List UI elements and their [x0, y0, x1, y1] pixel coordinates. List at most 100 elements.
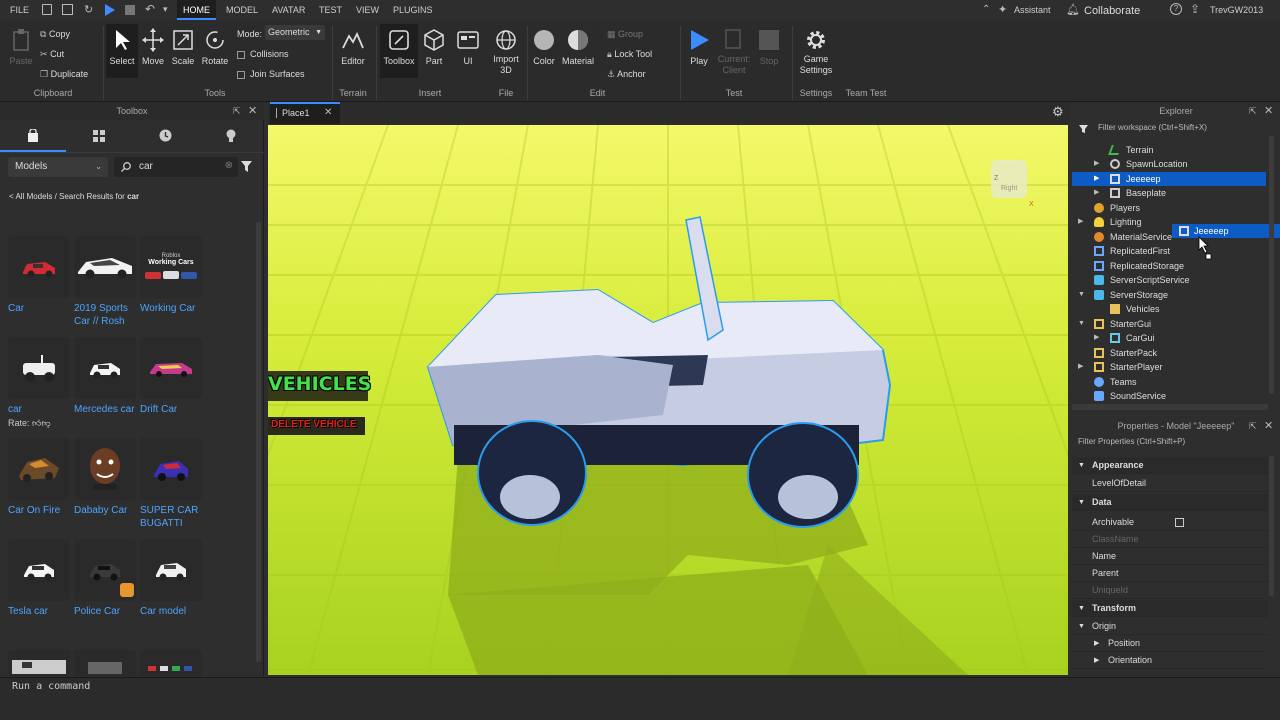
close-icon[interactable]: ✕ — [1264, 104, 1273, 117]
tree-item-soundservice[interactable]: SoundService — [1072, 389, 1268, 403]
explorer-horizontal-scrollbar[interactable] — [1072, 404, 1268, 410]
close-icon[interactable]: ✕ — [248, 104, 257, 117]
asset-item[interactable]: 2019 Sports Car // Rosh — [74, 236, 138, 328]
play-icon[interactable] — [104, 4, 116, 16]
stop-button[interactable]: Stop — [756, 28, 782, 66]
current-client-button[interactable]: Current: Client — [716, 28, 752, 76]
tree-item-cargui[interactable]: ▶ CarGui — [1072, 331, 1268, 345]
help-icon[interactable]: ? — [1170, 3, 1182, 15]
prop-position[interactable]: ▶ Position — [1072, 635, 1268, 652]
collisions-toggle[interactable]: Collisions — [237, 46, 289, 62]
part-button[interactable]: Part — [422, 28, 446, 66]
asset-item[interactable]: Tesla car — [8, 539, 72, 618]
category-dropdown[interactable]: Models ⌄ — [8, 157, 108, 177]
stop-icon[interactable] — [125, 5, 135, 15]
command-input[interactable]: Run a command — [12, 681, 90, 692]
group-button[interactable]: ▦ Group — [607, 26, 643, 42]
tab-creations[interactable] — [198, 120, 264, 152]
3d-viewport[interactable]: VEHICLES DELETE VEHICLE Right Z X — [268, 125, 1068, 675]
asset-item[interactable]: Car model — [140, 539, 204, 618]
rotate-button[interactable]: Rotate — [201, 28, 229, 66]
vehicles-button[interactable]: VEHICLES — [268, 373, 371, 395]
search-box[interactable]: car ⊗ — [114, 157, 238, 177]
asset-item[interactable]: Car — [8, 236, 72, 315]
asset-thumbnail[interactable] — [74, 650, 136, 676]
thumbs-down-icon[interactable]: 👎︎ — [41, 418, 50, 428]
asset-item[interactable]: Drift Car — [140, 337, 204, 416]
paste-button[interactable]: Paste — [8, 28, 34, 66]
undo-icon[interactable]: ↶ — [145, 2, 155, 16]
duplicate-button[interactable]: ❐ Duplicate — [40, 66, 88, 82]
section-transform[interactable]: ▼ Transform — [1072, 600, 1268, 617]
tree-item-starterpack[interactable]: StarterPack — [1072, 346, 1268, 360]
delete-vehicle-button[interactable]: DELETE VEHICLE — [271, 419, 357, 430]
section-appearance[interactable]: ▼ Appearance — [1072, 457, 1268, 474]
expand-icon[interactable]: ⌃ — [982, 4, 990, 15]
tree-item-teams[interactable]: Teams — [1072, 375, 1268, 389]
new-file-icon[interactable] — [42, 4, 52, 15]
tree-item-camera[interactable] — [1072, 135, 1268, 141]
asset-thumbnail[interactable] — [140, 650, 202, 676]
mode-dropdown[interactable]: Geometric ▼ — [265, 25, 325, 40]
prop-origin[interactable]: ▼ Origin — [1072, 618, 1268, 635]
close-icon[interactable]: ✕ — [1264, 419, 1273, 432]
explorer-filter[interactable]: Filter workspace (Ctrl+Shift+X) — [1072, 121, 1268, 135]
search-input[interactable]: car — [139, 161, 153, 172]
select-button[interactable]: Select — [106, 24, 138, 78]
material-button[interactable]: Material — [560, 28, 596, 66]
toolbox-scrollbar[interactable] — [256, 222, 261, 662]
tab-model[interactable]: MODEL — [226, 0, 258, 20]
tree-item-jeeeeep-selected[interactable]: ▶ Jeeeeep — [1072, 172, 1266, 186]
collaborate-button[interactable]: Collaborate — [1084, 1, 1140, 21]
prop-archivable[interactable]: Archivable — [1072, 514, 1268, 531]
redo-icon[interactable]: ↻ — [84, 3, 93, 16]
undock-icon[interactable]: ⇱ — [1249, 106, 1257, 117]
properties-filter-input[interactable]: Filter Properties (Ctrl+Shift+P) — [1078, 437, 1185, 446]
asset-item[interactable]: car Rate: 👍︎👎︎ — [8, 337, 72, 429]
prop-levelofdetail[interactable]: LevelOfDetail — [1072, 475, 1268, 492]
view-selector-cube[interactable]: Right Z X — [991, 160, 1034, 208]
cut-button[interactable]: ✂ Cut — [40, 46, 64, 62]
move-button[interactable]: Move — [140, 28, 166, 66]
lock-tool-button[interactable]: 🔒︎ Lock Tool — [607, 46, 652, 62]
gear-icon[interactable]: ⚙ — [1052, 104, 1064, 120]
explorer-scrollbar[interactable] — [1269, 136, 1274, 394]
tree-item-vehicles[interactable]: Vehicles — [1072, 302, 1268, 316]
asset-thumbnail[interactable] — [8, 650, 70, 676]
tree-item-starterplayer[interactable]: ▶ StarterPlayer — [1072, 360, 1268, 374]
tab-plugins[interactable]: PLUGINS — [393, 0, 433, 20]
prop-name[interactable]: Name — [1072, 548, 1268, 565]
join-surfaces-toggle[interactable]: Join Surfaces — [237, 66, 305, 82]
prop-orientation[interactable]: ▶ Orientation — [1072, 652, 1268, 669]
anchor-button[interactable]: ⚓︎ Anchor — [607, 66, 646, 82]
ui-button[interactable]: UI — [455, 28, 481, 66]
undock-icon[interactable]: ⇱ — [1249, 421, 1257, 432]
tab-inventory[interactable] — [66, 120, 132, 152]
tree-item-startergui[interactable]: ▼ StarterGui — [1072, 317, 1268, 331]
archivable-checkbox[interactable] — [1175, 518, 1184, 527]
asset-item[interactable]: SUPER CAR BUGATTI — [140, 438, 204, 530]
notification-icon[interactable]: 🔔︎ — [1066, 3, 1080, 16]
tree-item-replicatedstorage[interactable]: ReplicatedStorage — [1072, 259, 1268, 273]
filter-icon[interactable] — [241, 161, 252, 172]
section-data[interactable]: ▼ Data — [1072, 494, 1268, 511]
explorer-filter-input[interactable]: Filter workspace (Ctrl+Shift+X) — [1098, 121, 1207, 135]
game-settings-button[interactable]: Game Settings — [796, 28, 836, 76]
close-icon[interactable]: ✕ — [324, 107, 332, 118]
open-file-icon[interactable] — [62, 4, 73, 15]
tree-item-baseplate[interactable]: ▶ Baseplate — [1072, 186, 1268, 200]
play-button[interactable]: Play — [686, 28, 712, 66]
share-icon[interactable]: ⇪ — [1190, 2, 1200, 16]
tree-item-spawnlocation[interactable]: ▶ SpawnLocation — [1072, 157, 1268, 171]
tree-item-terrain[interactable]: Terrain — [1072, 143, 1268, 157]
assistant-button[interactable]: Assistant — [1014, 0, 1051, 20]
clear-search-icon[interactable]: ⊗ — [225, 160, 233, 171]
tree-item-serverscriptservice[interactable]: ServerScriptService — [1072, 273, 1268, 287]
undock-icon[interactable]: ⇱ — [233, 106, 241, 117]
tree-item-serverstorage[interactable]: ▼ ServerStorage — [1072, 288, 1268, 302]
color-button[interactable]: Color — [530, 28, 558, 66]
tree-item-players[interactable]: Players — [1072, 201, 1268, 215]
asset-item[interactable]: Car On Fire — [8, 438, 72, 517]
asset-item[interactable]: Mercedes car — [74, 337, 138, 416]
tab-avatar[interactable]: AVATAR — [272, 0, 305, 20]
